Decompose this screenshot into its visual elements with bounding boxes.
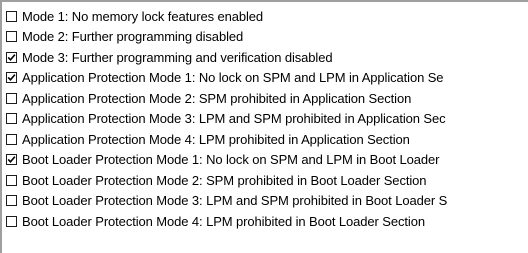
checkbox[interactable] <box>6 51 17 63</box>
option-boot-loader-protection-mode-3[interactable]: Boot Loader Protection Mode 3: LPM and S… <box>6 191 528 212</box>
checkmark-icon <box>7 53 16 61</box>
option-label: Boot Loader Protection Mode 4: LPM prohi… <box>22 213 425 229</box>
option-label: Boot Loader Protection Mode 1: No lock o… <box>22 152 440 168</box>
checkbox[interactable] <box>6 92 17 104</box>
checkbox[interactable] <box>6 10 17 22</box>
checkbox[interactable] <box>6 31 17 43</box>
option-mode-2[interactable]: Mode 2: Further programming disabled <box>6 27 528 48</box>
checkmark-icon <box>7 156 16 164</box>
option-label: Application Protection Mode 3: LPM and S… <box>22 111 446 127</box>
option-mode-3[interactable]: Mode 3: Further programming and verifica… <box>6 47 528 68</box>
option-application-protection-mode-3[interactable]: Application Protection Mode 3: LPM and S… <box>6 109 528 130</box>
lock-bits-panel: Mode 1: No memory lock features enabled … <box>0 0 528 253</box>
option-boot-loader-protection-mode-1[interactable]: Boot Loader Protection Mode 1: No lock o… <box>6 150 528 171</box>
checkbox[interactable] <box>6 154 17 166</box>
option-label: Mode 2: Further programming disabled <box>22 29 244 45</box>
option-label: Application Protection Mode 1: No lock o… <box>22 70 444 86</box>
option-label: Mode 3: Further programming and verifica… <box>22 49 333 65</box>
option-application-protection-mode-4[interactable]: Application Protection Mode 4: LPM prohi… <box>6 129 528 150</box>
checkbox[interactable] <box>6 195 17 207</box>
option-label: Application Protection Mode 4: LPM prohi… <box>22 131 410 147</box>
option-boot-loader-protection-mode-4[interactable]: Boot Loader Protection Mode 4: LPM prohi… <box>6 211 528 232</box>
checkbox[interactable] <box>6 174 17 186</box>
option-label: Boot Loader Protection Mode 3: LPM and S… <box>22 193 448 209</box>
checkmark-icon <box>7 74 16 82</box>
option-mode-1[interactable]: Mode 1: No memory lock features enabled <box>6 6 528 27</box>
checkbox[interactable] <box>6 215 17 227</box>
option-application-protection-mode-2[interactable]: Application Protection Mode 2: SPM prohi… <box>6 88 528 109</box>
option-label: Mode 1: No memory lock features enabled <box>22 8 264 24</box>
checkbox[interactable] <box>6 133 17 145</box>
option-application-protection-mode-1[interactable]: Application Protection Mode 1: No lock o… <box>6 68 528 89</box>
lock-mode-checkbox-list: Mode 1: No memory lock features enabled … <box>6 6 528 232</box>
checkbox[interactable] <box>6 72 17 84</box>
option-label: Application Protection Mode 2: SPM prohi… <box>22 90 412 106</box>
checkbox[interactable] <box>6 113 17 125</box>
option-label: Boot Loader Protection Mode 2: SPM prohi… <box>22 172 427 188</box>
option-boot-loader-protection-mode-2[interactable]: Boot Loader Protection Mode 2: SPM prohi… <box>6 170 528 191</box>
